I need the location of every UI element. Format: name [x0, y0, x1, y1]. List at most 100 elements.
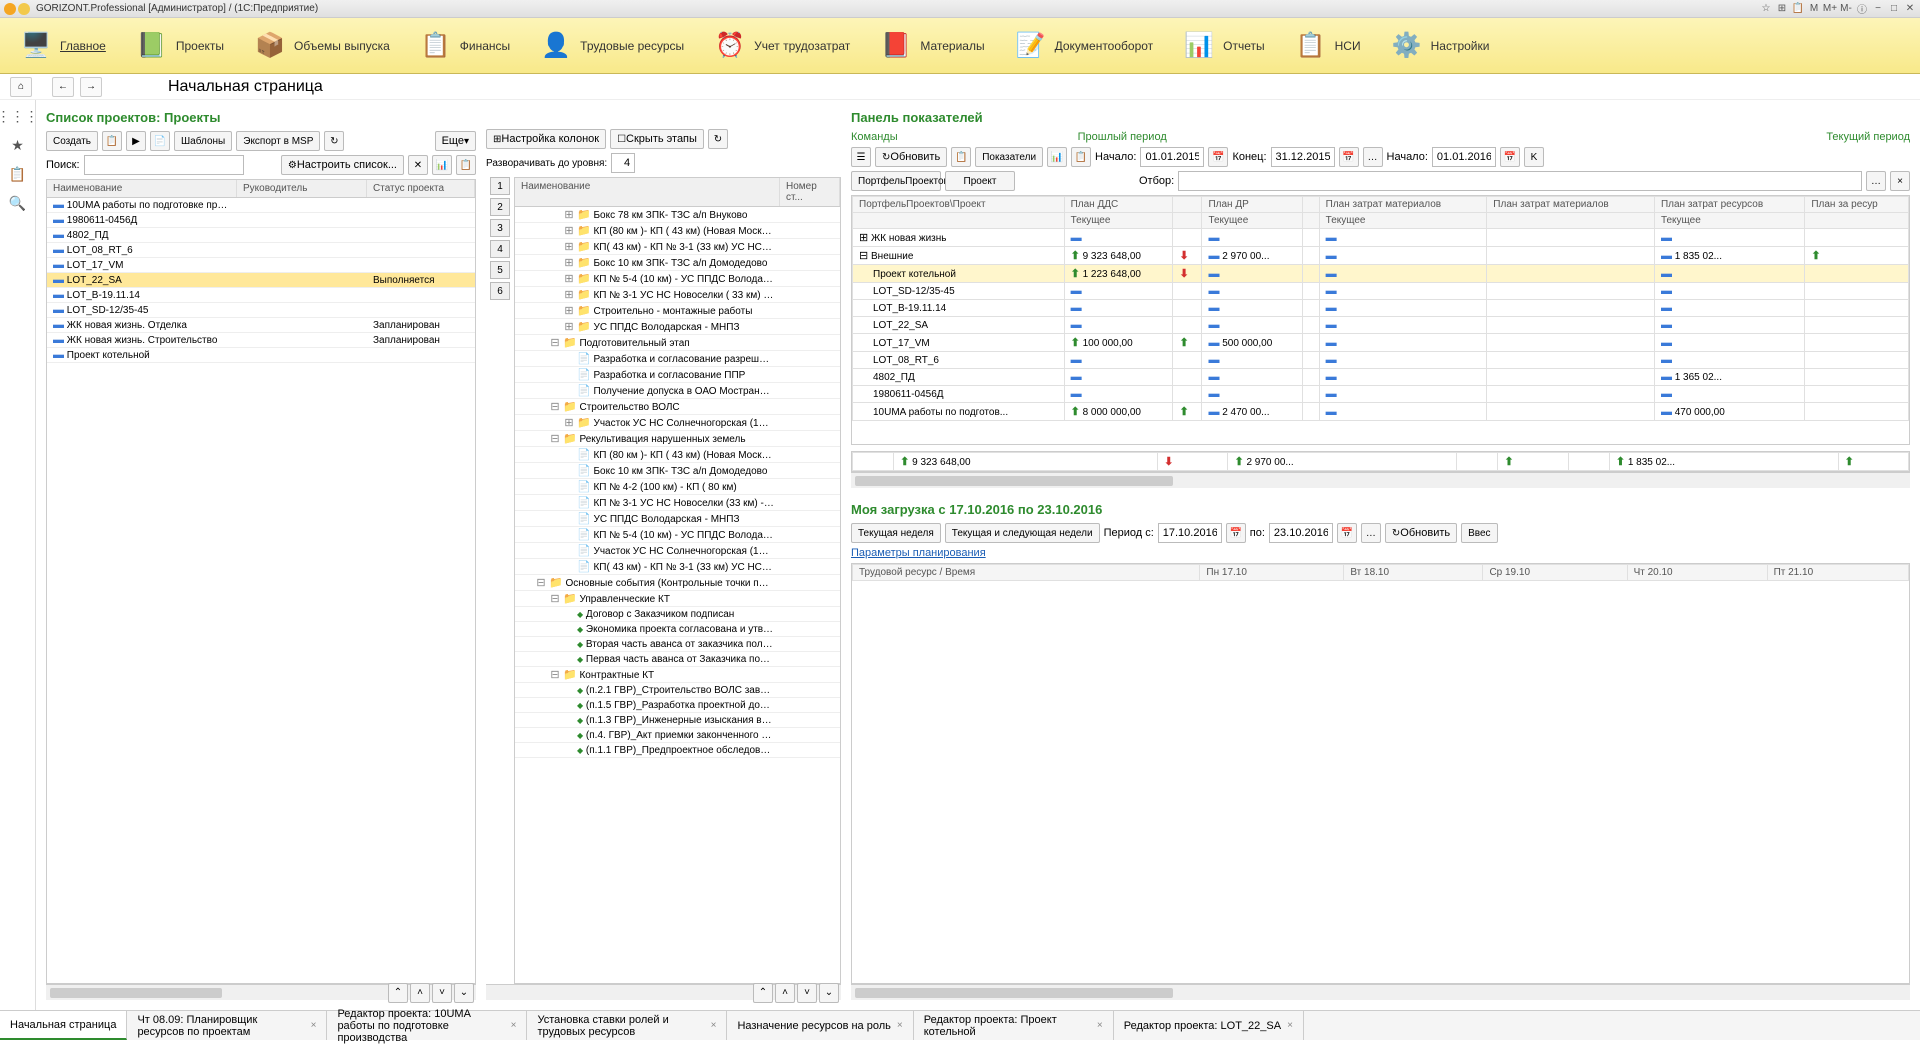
col-header[interactable]: Наименование	[47, 180, 237, 197]
tree-row[interactable]: ◆ Первая часть аванса от Заказчика получ…	[515, 652, 840, 667]
indicator-row[interactable]: 10UMA работы по подготов...⬆ 8 000 000,0…	[853, 403, 1909, 421]
configure-columns-button[interactable]: ⊞ Настройка колонок	[486, 129, 606, 149]
hide-stages-button[interactable]: ☐ Скрыть этапы	[610, 129, 704, 149]
calendar-icon[interactable]: 📅	[1226, 523, 1246, 543]
indicator-row[interactable]: LOT_В-19.11.14▬ ▬ ▬ ▬	[853, 300, 1909, 317]
nav-icon[interactable]: ˄	[775, 983, 795, 1003]
level-button-3[interactable]: 3	[490, 219, 510, 237]
tree-row[interactable]: ⊞📁 Бокс 78 км ЗПК- ТЗС а/п Внуково	[515, 207, 840, 223]
tab-close-icon[interactable]: ×	[897, 1020, 903, 1031]
refresh-button[interactable]: ↻ Обновить	[1385, 523, 1457, 543]
toolbar-icon[interactable]: 📋	[456, 155, 476, 175]
tree-row[interactable]: 📄 Получение допуска в ОАО Мостранснефтеп…	[515, 383, 840, 399]
tree-row[interactable]: ◆ (п.2.1 ГВР)_Строительство ВОЛС заверше…	[515, 683, 840, 698]
scrollbar[interactable]	[851, 984, 1910, 1000]
tab-close-icon[interactable]: ×	[711, 1020, 717, 1031]
indicator-row[interactable]: 1980611-0456Д▬ ▬ ▬ ▬	[853, 386, 1909, 403]
tree-row[interactable]: ⊟📁 Контрактные КТ	[515, 667, 840, 683]
project-row[interactable]: ▬ LOT_SD-12/35-45	[47, 303, 475, 318]
ribbon-Отчеты[interactable]: 📊Отчеты	[1183, 30, 1264, 62]
project-row[interactable]: ▬ ЖК новая жизнь. ОтделкаЗапланирован	[47, 318, 475, 333]
titlebar-icon[interactable]: M	[1808, 3, 1820, 15]
titlebar-icon[interactable]: 📋	[1792, 3, 1804, 15]
toolbar-icon[interactable]: 📊	[432, 155, 452, 175]
tree-grid[interactable]: Наименование Номер ст... ⊞📁 Бокс 78 км З…	[514, 177, 841, 984]
forward-button[interactable]: →	[80, 77, 102, 97]
tab-close-icon[interactable]: ×	[1287, 1020, 1293, 1031]
calendar-icon[interactable]: 📅	[1339, 147, 1359, 167]
workload-table[interactable]: Трудовой ресурс / ВремяПн 17.10Вт 18.10С…	[851, 563, 1910, 984]
toolbar-icon[interactable]: ☰	[851, 147, 871, 167]
close-icon[interactable]: ✕	[1904, 3, 1916, 15]
tree-row[interactable]: ⊞📁 Участок УС НС Солнечногорская (142 км…	[515, 415, 840, 431]
bottom-tab[interactable]: Редактор проекта: LOT_22_SA×	[1114, 1011, 1304, 1040]
toolbar-icon[interactable]: …	[1363, 147, 1383, 167]
tree-row[interactable]: ⊞📁 КП (80 км )- КП ( 43 км) (Новая Москв…	[515, 223, 840, 239]
bottom-tab[interactable]: Редактор проекта: Проект котельной×	[914, 1011, 1114, 1040]
tree-row[interactable]: ◆ (п.1.1 ГВР)_Предпроектное обследование…	[515, 743, 840, 758]
tree-row[interactable]: ⊞📁 КП( 43 км) - КП № 3-1 (33 км) УС НС Н…	[515, 239, 840, 255]
indicator-row[interactable]: LOT_08_RT_6▬ ▬ ▬ ▬	[853, 352, 1909, 369]
portfolio-button[interactable]: ПортфельПроектов	[851, 171, 941, 191]
nav-icon[interactable]: ˅	[432, 983, 452, 1003]
project-row[interactable]: ▬ LOT_17_VM	[47, 258, 475, 273]
bottom-tab[interactable]: Чт 08.09: Планировщик ресурсов по проект…	[127, 1011, 327, 1040]
project-row[interactable]: ▬ Проект котельной	[47, 348, 475, 363]
indicator-row[interactable]: Проект котельной⬆ 1 223 648,00⬇▬ ▬ ▬	[853, 265, 1909, 283]
col-header[interactable]: Наименование	[515, 178, 780, 206]
toolbar-icon[interactable]: 📊	[1047, 147, 1067, 167]
tree-row[interactable]: ⊟📁 Подготовительный этап	[515, 335, 840, 351]
toolbar-icon[interactable]: ↻	[324, 131, 344, 151]
tree-row[interactable]: ◆ Экономика проекта согласована и утверж…	[515, 622, 840, 637]
level-button-1[interactable]: 1	[490, 177, 510, 195]
tree-row[interactable]: 📄 УС ППДС Володарская - МНПЗ	[515, 511, 840, 527]
tree-row[interactable]: ⊞📁 УС ППДС Володарская - МНПЗ	[515, 319, 840, 335]
toolbar-icon[interactable]: 📋	[951, 147, 971, 167]
cur-next-button[interactable]: Текущая и следующая недели	[945, 523, 1100, 543]
ribbon-Трудовые ресурсы[interactable]: 👤Трудовые ресурсы	[540, 30, 684, 62]
toolbar-icon[interactable]: 📋	[102, 131, 122, 151]
tab-close-icon[interactable]: ×	[511, 1020, 517, 1031]
indicator-row[interactable]: ⊞ ЖК новая жизнь▬ ▬ ▬ ▬	[853, 229, 1909, 247]
tree-row[interactable]: ◆ Вторая часть аванса от заказчика получ…	[515, 637, 840, 652]
indicator-row[interactable]: LOT_17_VM⬆ 100 000,00⬆▬ 500 000,00▬ ▬	[853, 334, 1909, 352]
period-from-input[interactable]	[1158, 523, 1222, 543]
level-input[interactable]	[611, 153, 635, 173]
nav-icon[interactable]: ˅	[797, 983, 817, 1003]
projects-grid[interactable]: Наименование Руководитель Статус проекта…	[46, 179, 476, 984]
tree-row[interactable]: ◆ (п.4. ГВР)_Акт приемки законченного ст…	[515, 728, 840, 743]
clipboard-icon[interactable]: 📋	[9, 166, 26, 183]
minimize-icon[interactable]: −	[1872, 3, 1884, 15]
period-to-input[interactable]	[1269, 523, 1333, 543]
level-button-4[interactable]: 4	[490, 240, 510, 258]
indicator-row[interactable]: LOT_SD-12/35-45▬ ▬ ▬ ▬	[853, 283, 1909, 300]
clear-icon[interactable]: ×	[1890, 171, 1910, 191]
ribbon-Объемы выпуска[interactable]: 📦Объемы выпуска	[254, 30, 390, 62]
project-row[interactable]: ▬ LOT_В-19.11.14	[47, 288, 475, 303]
configure-list-button[interactable]: ⚙ Настроить список...	[281, 155, 404, 175]
more-button[interactable]: Еще ▾	[435, 131, 476, 151]
titlebar-icon[interactable]: M-	[1840, 3, 1852, 15]
level-button-5[interactable]: 5	[490, 261, 510, 279]
nav-icon[interactable]: ˄	[410, 983, 430, 1003]
nav-icon[interactable]: ⌃	[388, 983, 408, 1003]
indicators-button[interactable]: Показатели	[975, 147, 1043, 167]
back-button[interactable]: ←	[52, 77, 74, 97]
start2-date-input[interactable]	[1432, 147, 1496, 167]
end-date-input[interactable]	[1271, 147, 1335, 167]
scrollbar[interactable]	[851, 472, 1910, 488]
toolbar-icon[interactable]: …	[1361, 523, 1381, 543]
tree-row[interactable]: 📄 КП № 3-1 УС НС Новоселки (33 км) - КП …	[515, 495, 840, 511]
titlebar-icon[interactable]: ⓘ	[1856, 3, 1868, 15]
ribbon-Документооборот[interactable]: 📝Документооборот	[1015, 30, 1154, 62]
toolbar-icon[interactable]: K	[1524, 147, 1544, 167]
tree-row[interactable]: ◆ (п.1.3 ГВР)_Инженерные изыскания в соо…	[515, 713, 840, 728]
maximize-icon[interactable]: □	[1888, 3, 1900, 15]
ribbon-Материалы[interactable]: 📕Материалы	[880, 30, 984, 62]
tree-row[interactable]: 📄 КП( 43 км) - КП № 3-1 (33 км) УС НС Но…	[515, 559, 840, 575]
search-icon[interactable]: 🔍	[9, 195, 26, 212]
project-row[interactable]: ▬ 1980611-0456Д	[47, 213, 475, 228]
star-icon[interactable]: ★	[11, 137, 24, 154]
ribbon-Настройки[interactable]: ⚙️Настройки	[1391, 30, 1490, 62]
toolbar-icon[interactable]: ▶	[126, 131, 146, 151]
